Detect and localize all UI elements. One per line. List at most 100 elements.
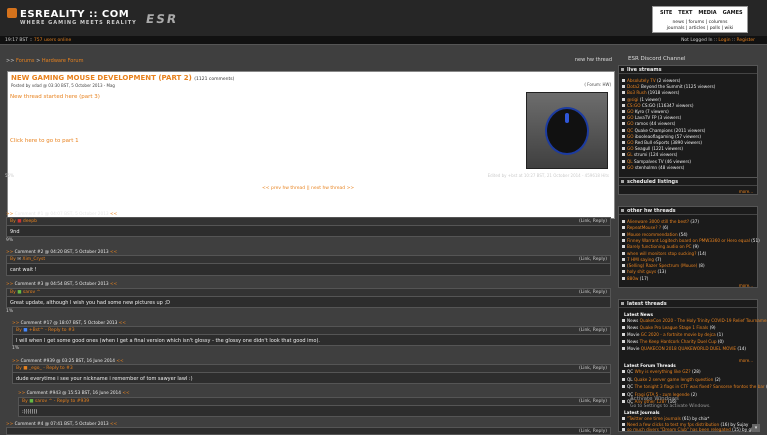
item-link[interactable]: QuakeCon 2020 - The Holy Trinity COVID-1… xyxy=(640,318,767,323)
live-stream-item[interactable]: GO ramos (44 viewers) xyxy=(622,121,675,126)
item-link[interactable]: GO xyxy=(627,121,634,126)
comment-actions[interactable]: (Link, Reply) xyxy=(579,366,607,371)
item-link[interactable]: RepeatMouse? ? xyxy=(627,225,661,230)
item-link[interactable]: QC xyxy=(627,128,633,133)
breadcrumb-forums[interactable]: Forums xyxy=(16,58,34,64)
latest-journal-item[interactable]: "Twitter one time journals (61) by chia* xyxy=(622,416,709,421)
comment-actions[interactable]: (Link, Reply) xyxy=(579,290,607,295)
live-stream-item[interactable]: Absolutely TV (2 viewers) xyxy=(622,78,680,83)
item-link[interactable]: Quake Pro League Stage 1 Finals xyxy=(640,325,709,330)
other-hw-item[interactable]: holy shit guys (13) xyxy=(622,269,666,274)
item-link[interactable]: Dota2 xyxy=(627,84,640,89)
latest-journal-item[interactable]: so much divers "Dream Club" has been rel… xyxy=(622,427,752,432)
comment-actions[interactable]: (Link, Reply) xyxy=(579,219,607,224)
other-hw-more-link[interactable]: more... xyxy=(739,283,753,288)
item-link[interactable]: GO xyxy=(627,134,634,139)
other-hw-item[interactable]: RepeatMouse? ? (6) xyxy=(622,225,668,230)
other-hw-item[interactable]: 7 HMI saying (7) xyxy=(622,257,661,262)
comment-author[interactable]: _ego_ - Reply to #3 xyxy=(29,366,73,371)
live-stream-item[interactable]: Bo3 Rush (1918 viewers) xyxy=(622,90,679,95)
comment-author[interactable]: +Bst^ - Reply to #3 xyxy=(29,328,75,333)
nav-text[interactable]: TEXT xyxy=(678,10,692,16)
latest-news-item[interactable]: News QuakeCon 2020 - The Holy Trinity CO… xyxy=(622,318,767,323)
item-link[interactable]: so much divers "Dream Club" has been rel… xyxy=(627,427,731,432)
part3-link[interactable]: New thread started here (part 3) xyxy=(10,94,100,100)
comment-author[interactable]: deepb xyxy=(23,219,37,224)
other-hw-item[interactable]: Mouse recommendation (54) xyxy=(622,232,688,237)
item-link[interactable]: GO xyxy=(627,165,634,170)
scroll-down-arrow-icon[interactable]: ▾ xyxy=(752,424,760,432)
comment-actions[interactable]: (Link, Reply) xyxy=(579,328,607,333)
item-link[interactable]: The Keep Hardcork Charity Duel Cup xyxy=(640,339,717,344)
other-hw-item[interactable]: Alienware 3000 still the best? (37) xyxy=(622,219,699,224)
item-link[interactable]: Quake 2 server game length question xyxy=(634,377,713,382)
item-link[interactable]: QUAKECON 2018 QUAKEWORLD DUEL MOVIE xyxy=(641,346,736,351)
item-link[interactable]: GO xyxy=(627,140,634,145)
live-stream-item[interactable]: GO stenholmn (48 viewers) xyxy=(622,165,684,170)
latest-journal-item[interactable]: Need a few clicks to test my fps distrib… xyxy=(622,422,748,427)
new-thread-link[interactable]: new hw thread xyxy=(575,57,612,63)
live-stream-item[interactable]: GO Red Bull eSports (3890 viewers) xyxy=(622,140,702,145)
login-link[interactable]: Login xyxy=(718,38,730,43)
other-hw-item[interactable]: Finney Warrant Logitech board on PMW3360… xyxy=(622,238,760,243)
discord-channel-link[interactable]: ESR Discord Channel xyxy=(628,56,686,62)
item-link[interactable]: Absolutely TV xyxy=(627,78,656,83)
live-stream-item[interactable]: GO Kyro (7 viewers) xyxy=(622,109,669,114)
item-link[interactable]: Mouse recommendation xyxy=(627,232,678,237)
site-logo[interactable]: ESREALITY :: COM WHERE GAMING MEETS REAL… xyxy=(7,8,136,26)
comment-author[interactable]: sarov ^ - Reply to #939 xyxy=(35,399,89,404)
item-link[interactable]: "Twitter one time journals xyxy=(627,416,681,421)
part1-link[interactable]: Click here to go to part 1 xyxy=(10,138,79,144)
register-link[interactable]: Register xyxy=(736,38,755,43)
nav-media[interactable]: MEDIA xyxy=(698,10,716,16)
latest-news-item[interactable]: Movie GC 2020 - a fortnite movie by dejc… xyxy=(622,332,723,337)
live-stream-item[interactable]: GO ibooleaoflagaming (57 viewers) xyxy=(622,134,701,139)
item-link[interactable]: QL xyxy=(627,159,633,164)
item-link[interactable]: GL xyxy=(627,152,633,157)
nav-site[interactable]: SITE xyxy=(660,10,672,16)
item-link[interactable]: Bo3 Rush xyxy=(627,90,647,95)
live-stream-item[interactable]: QL Sampalves TV (46 viewers) xyxy=(622,159,691,164)
item-link[interactable]: The tonight 3 flags in CTF was fixed? Sa… xyxy=(635,384,765,389)
live-stream-item[interactable]: GL strumi (124 viewers) xyxy=(622,152,677,157)
scheduled-more-link[interactable]: more... xyxy=(739,189,753,194)
live-stream-item[interactable]: @sigi (1 viewer) xyxy=(622,97,661,102)
latest-forum-item[interactable]: QC Why is everything like GZ? (28) xyxy=(622,369,701,374)
item-link[interactable]: Finney Warrant Logitech board on PMW3360… xyxy=(627,238,750,243)
other-hw-item[interactable]: Barely functioning audio on PC (9) xyxy=(622,244,699,249)
item-link[interactable]: Barely functioning audio on PC xyxy=(627,244,691,249)
comment-author[interactable]: sarov ^ xyxy=(23,290,40,295)
nav-links-row-2[interactable]: journals | articles | polls | wiki xyxy=(653,26,747,32)
latest-forum-item[interactable]: QL Quake 2 server game length question (… xyxy=(622,377,721,382)
item-link[interactable]: CS:GO xyxy=(627,103,641,108)
live-stream-item[interactable]: Dota2 Beyond the Summit (1125 viewers) xyxy=(622,84,715,89)
item-link[interactable]: when will monitors stop sucking? xyxy=(627,251,696,256)
users-online-link[interactable]: 757 users online xyxy=(34,38,71,43)
other-hw-item[interactable]: when will monitors stop sucking? (14) xyxy=(622,251,706,256)
live-stream-item[interactable]: QC Quake Champions (2011 viewers) xyxy=(622,128,705,133)
breadcrumb-hardware[interactable]: Hardware Forum xyxy=(42,58,84,64)
live-stream-item[interactable]: GO LavaTV FP (3 viewers) xyxy=(622,115,681,120)
item-link[interactable]: GC 2020 - a fortnite movie by dejca xyxy=(641,332,716,337)
item-link[interactable]: Need a few clicks to test my fps distrib… xyxy=(627,422,719,427)
other-hw-item[interactable]: (Selling) Razer Spectrum (Mouse) (8) xyxy=(622,263,705,268)
item-link[interactable]: Alienware 3000 still the best? xyxy=(627,219,689,224)
comment-actions[interactable]: (Link, Reply) xyxy=(579,399,607,404)
other-hw-item[interactable]: 880w (17) xyxy=(622,276,648,281)
live-stream-item[interactable]: GO Seagull (1221 viewers) xyxy=(622,146,683,151)
item-link[interactable]: (Selling) Razer Spectrum (Mouse) xyxy=(627,263,697,268)
thread-nav[interactable]: << prev hw thread || next hw thread >> xyxy=(262,186,354,191)
item-link[interactable]: @sigi xyxy=(627,97,638,102)
item-link[interactable]: GO xyxy=(627,109,634,114)
latest-forum-item[interactable]: QC The tonight 3 flags in CTF was fixed?… xyxy=(622,384,767,389)
item-link[interactable]: GO xyxy=(627,115,634,120)
latest-news-item[interactable]: News The Keep Hardcork Charity Duel Cup … xyxy=(622,339,724,344)
comment-actions[interactable]: (Link, Reply) xyxy=(579,257,607,262)
live-stream-item[interactable]: CS:GO CS:GO (116347 viewers) xyxy=(622,103,693,108)
post-forum[interactable]: ( Forum: HW) xyxy=(584,82,611,87)
latest-news-item[interactable]: Movie QUAKECON 2018 QUAKEWORLD DUEL MOVI… xyxy=(622,346,746,351)
latest-news-item[interactable]: News Quake Pro League Stage 1 Finals (9) xyxy=(622,325,716,330)
item-link[interactable]: 7 HMI saying xyxy=(627,257,654,262)
item-link[interactable]: 880w xyxy=(627,276,638,281)
nav-games[interactable]: GAMES xyxy=(723,10,743,16)
